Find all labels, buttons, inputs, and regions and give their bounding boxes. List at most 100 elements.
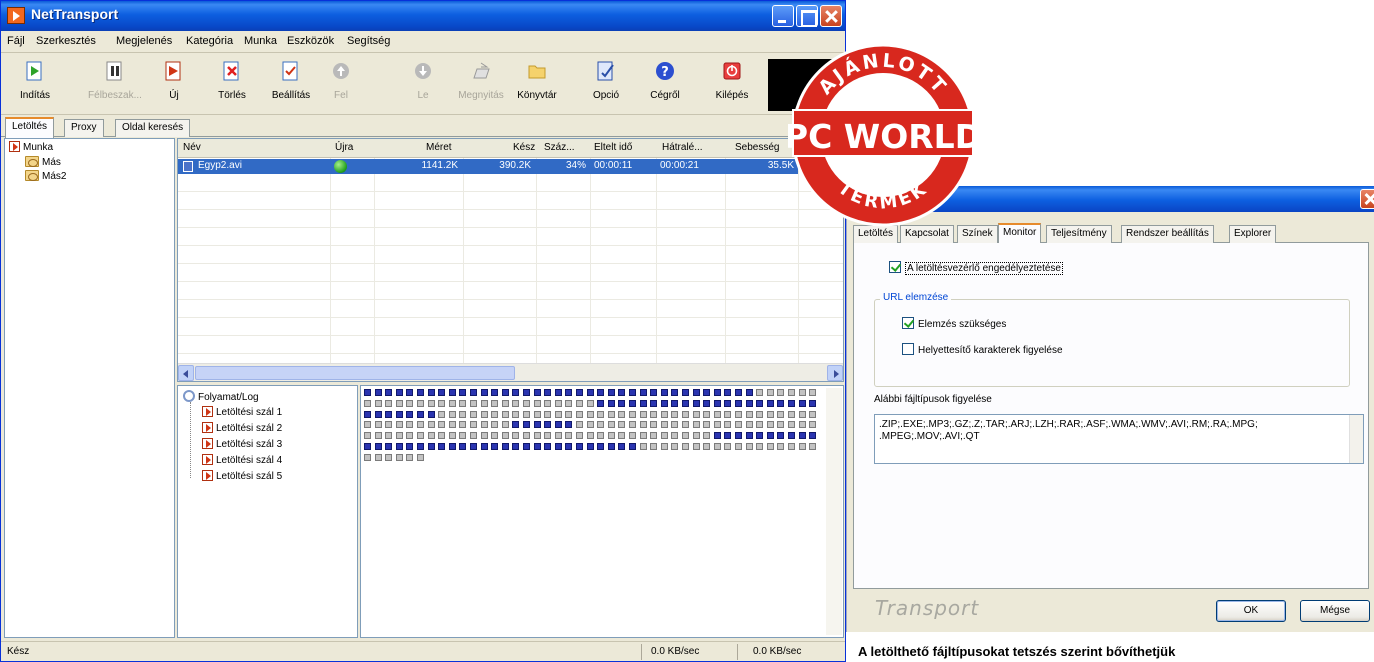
segment-block — [470, 410, 477, 418]
segment-block — [448, 432, 456, 440]
cancel-button[interactable]: Mégse — [1300, 600, 1370, 622]
thread-item[interactable]: Letöltési szál 5 — [202, 470, 282, 482]
close-button[interactable] — [820, 5, 842, 27]
directory-button[interactable]: Könyvtár — [507, 59, 567, 111]
new-button[interactable]: Új — [144, 59, 204, 111]
wildcard-checkbox[interactable]: Helyettesítő karakterek figyelése — [902, 343, 1063, 356]
grid-line — [178, 317, 843, 318]
menu-help[interactable]: Segítség — [347, 35, 390, 47]
minimize-button[interactable] — [772, 5, 794, 27]
segment-block — [448, 443, 456, 450]
column-header[interactable]: Név — [183, 142, 201, 153]
options-label: Opció — [592, 90, 620, 101]
vertical-scrollbar[interactable] — [1349, 415, 1363, 463]
segment-block — [438, 399, 446, 407]
column-header[interactable]: Hátralé... — [662, 142, 703, 153]
tab-proxy[interactable]: Proxy — [64, 119, 104, 137]
delete-button[interactable]: Törlés — [202, 59, 262, 111]
thread-item[interactable]: Letöltési szál 1 — [202, 406, 282, 418]
filetypes-textarea[interactable]: .ZIP;.EXE;.MP3;.GZ;.Z;.TAR;.ARJ;.LZH;.RA… — [874, 414, 1364, 464]
enable-monitor-checkbox[interactable]: A letöltésvezérlő engedélyeztetése — [889, 261, 1063, 275]
menu-edit[interactable]: Szerkesztés — [36, 35, 96, 47]
options-button[interactable]: Opció — [576, 59, 636, 111]
column-header[interactable]: Kész — [513, 142, 535, 153]
scroll-thumb[interactable] — [195, 366, 515, 380]
segment-block — [756, 399, 764, 407]
tab-monitor[interactable]: Monitor — [998, 223, 1042, 244]
segment-block — [523, 432, 530, 440]
thread-item[interactable]: Letöltési szál 3 — [202, 438, 282, 450]
start-label: Indítás — [19, 90, 51, 101]
segment-block — [576, 399, 583, 407]
checkbox-unchecked[interactable] — [902, 343, 914, 355]
power-icon — [723, 62, 741, 80]
thread-item[interactable]: Letöltési szál 2 — [202, 422, 282, 434]
up-button[interactable]: Fel — [311, 59, 371, 111]
checkbox-checked[interactable] — [889, 261, 901, 273]
pause-label: Félbeszak... — [88, 90, 142, 101]
column-header[interactable]: Eltelt idő — [594, 142, 632, 153]
segment-block — [692, 443, 700, 450]
segment-block — [660, 432, 668, 440]
scroll-right-icon[interactable] — [827, 365, 843, 381]
checkbox-checked[interactable] — [902, 317, 914, 329]
ok-button[interactable]: OK — [1216, 600, 1286, 622]
about-button[interactable]: ? Cégről — [635, 59, 695, 111]
title-bar[interactable]: NetTransport — [1, 1, 845, 31]
column-header[interactable]: Méret — [426, 142, 452, 153]
scroll-left-icon[interactable] — [178, 365, 194, 381]
tab-explorer[interactable]: Explorer — [1229, 225, 1277, 243]
segment-block — [629, 410, 636, 418]
segment-block — [735, 421, 742, 429]
down-button[interactable]: Le — [393, 59, 453, 111]
column-header[interactable]: Sebesség — [735, 142, 779, 153]
maximize-button[interactable] — [796, 5, 818, 27]
segment-block — [756, 443, 764, 450]
nettransport-window: NetTransport Fájl Szerkesztés Megjelenés… — [0, 0, 846, 662]
thread-item[interactable]: Letöltési szál 4 — [202, 454, 282, 466]
segment-block — [533, 410, 541, 418]
segment-block — [692, 432, 700, 440]
column-header[interactable]: Újra — [335, 142, 353, 153]
tab-system-settings[interactable]: Rendszer beállítás — [1121, 225, 1214, 243]
segment-block — [724, 432, 732, 440]
open-button[interactable]: Megnyitás — [451, 59, 511, 111]
menu-view[interactable]: Megjelenés — [116, 35, 172, 47]
segment-block — [395, 399, 403, 407]
status-separator — [641, 644, 642, 660]
analyze-needed-checkbox[interactable]: Elemzés szükséges — [902, 317, 1006, 330]
grid-line — [374, 158, 375, 363]
tree-item-mas[interactable]: Más — [25, 156, 61, 168]
tree-item-munka[interactable]: Munka — [9, 141, 53, 153]
segment-block — [639, 399, 647, 407]
tree-item-mas2[interactable]: Más2 — [25, 170, 66, 182]
brand-watermark: Transport — [875, 596, 980, 620]
log-root[interactable]: Folyamat/Log — [183, 390, 259, 403]
segment-block — [682, 443, 689, 450]
dialog-close-icon[interactable] — [1360, 189, 1374, 209]
segment-block — [777, 399, 785, 407]
menu-file[interactable]: Fájl — [7, 35, 25, 47]
tab-site-search[interactable]: Oldal keresés — [115, 119, 191, 137]
menu-tools[interactable]: Eszközök — [287, 35, 334, 47]
segment-block — [385, 410, 393, 418]
horizontal-scrollbar[interactable] — [178, 363, 843, 381]
arrow-icon — [202, 454, 213, 465]
menu-category[interactable]: Kategória — [186, 35, 233, 47]
filetypes-line: .ZIP;.EXE;.MP3;.GZ;.Z;.TAR;.ARJ;.LZH;.RA… — [879, 419, 1258, 430]
tab-performance[interactable]: Teljesítmény — [1046, 225, 1112, 243]
menu-job[interactable]: Munka — [244, 35, 277, 47]
start-button[interactable]: Indítás — [5, 59, 65, 111]
grid-line — [178, 353, 843, 354]
segment-block — [788, 410, 795, 418]
vertical-scrollbar[interactable] — [826, 388, 842, 635]
segment-block — [406, 399, 414, 407]
pause-button[interactable]: Félbeszak... — [85, 59, 145, 111]
segment-block — [565, 410, 573, 418]
segment-block — [597, 432, 605, 440]
segment-block — [660, 399, 668, 407]
tab-download[interactable]: Letöltés — [5, 117, 55, 138]
segment-block — [745, 410, 753, 418]
column-header[interactable]: Száz... — [544, 142, 575, 153]
exit-button[interactable]: Kilépés — [702, 59, 762, 111]
